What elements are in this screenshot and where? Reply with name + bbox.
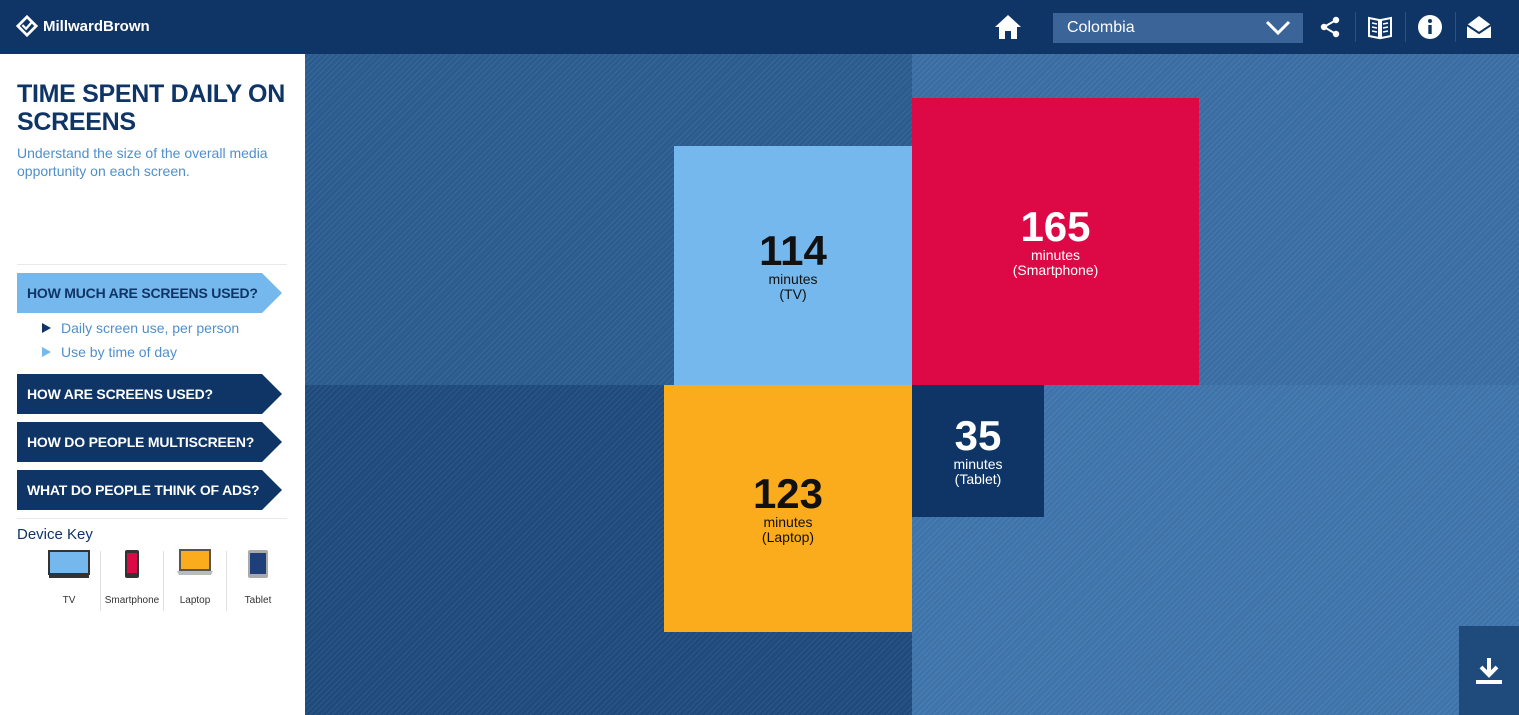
tv-icon (48, 550, 90, 578)
screen-time-visual: 114 minutes (TV) 165 minutes (Smartphone… (305, 54, 1519, 715)
nav-multiscreen[interactable]: HOW DO PEOPLE MULTISCREEN? (17, 422, 282, 462)
nav-arrow (262, 374, 282, 414)
laptop-minutes-value: 123 (752, 469, 824, 517)
smartphone-minutes-block[interactable]: 165 minutes (Smartphone) (912, 98, 1199, 385)
device-key-laptop: Laptop (165, 549, 225, 609)
divider (163, 551, 164, 611)
device-key-tablet: Tablet (228, 549, 288, 609)
top-bar: MillwardBrown Colombia (0, 0, 1519, 54)
share-icon (1320, 16, 1340, 38)
device-key-tv: TV (39, 549, 99, 609)
smartphone-minutes-unit: minutes (1030, 246, 1081, 263)
share-button[interactable] (1315, 12, 1345, 42)
divider (226, 551, 227, 611)
download-button[interactable] (1459, 626, 1519, 715)
device-key-title: Device Key (17, 526, 93, 543)
laptop-icon (177, 549, 213, 575)
subnav-label: Use by time of day (61, 344, 177, 360)
tv-device-label: (TV) (779, 285, 807, 302)
laptop-minutes-unit: minutes (763, 513, 813, 530)
device-label: Tablet (244, 595, 272, 606)
device-label: Laptop (179, 595, 211, 606)
mail-icon (1466, 16, 1492, 38)
divider (17, 264, 287, 265)
nav-arrow (262, 422, 282, 462)
info-icon (1418, 15, 1442, 39)
device-key-smartphone: Smartphone (102, 549, 162, 609)
download-icon (1476, 657, 1502, 684)
triangle-right-icon (42, 347, 51, 357)
toolbar-divider (1355, 12, 1356, 42)
tablet-minutes-value: 35 (954, 412, 1002, 459)
book-icon (1368, 16, 1392, 40)
subnav-daily-screen-use[interactable]: Daily screen use, per person (42, 320, 239, 336)
device-label: TV (62, 595, 76, 606)
smartphone-minutes-value: 165 (1020, 202, 1091, 250)
triangle-right-icon (42, 323, 51, 333)
nav-think-of-ads[interactable]: WHAT DO PEOPLE THINK OF ADS? (17, 470, 282, 510)
brand-name: MillwardBrown (43, 17, 150, 35)
brand-logo-icon (16, 15, 38, 37)
page-subtitle: Understand the size of the overall media… (17, 145, 268, 179)
smartphone-icon (125, 550, 139, 578)
page-title: TIME SPENT DAILY ON SCREENS (17, 80, 285, 136)
nav-arrow (262, 273, 282, 313)
country-select[interactable]: Colombia (1053, 13, 1303, 43)
nav-how-much-used[interactable]: HOW MUCH ARE SCREENS USED? (17, 273, 282, 313)
laptop-device-label: (Laptop) (761, 528, 815, 545)
nav-label: HOW ARE SCREENS USED? (27, 386, 213, 402)
contact-button[interactable] (1464, 12, 1494, 42)
subnav-label: Daily screen use, per person (61, 320, 240, 336)
nav-arrow (262, 470, 282, 510)
info-button[interactable] (1415, 12, 1445, 42)
tablet-icon (248, 550, 268, 578)
sidebar: TIME SPENT DAILY ON SCREENS Understand t… (0, 54, 305, 715)
guide-button[interactable] (1365, 12, 1395, 42)
tablet-device-label: (Tablet) (954, 471, 1002, 487)
divider (100, 551, 101, 611)
toolbar-divider (1405, 12, 1406, 42)
device-label: Smartphone (104, 595, 160, 606)
tablet-minutes-unit: minutes (953, 456, 1003, 472)
toolbar-divider (1455, 12, 1456, 42)
tablet-minutes-block[interactable]: 35 minutes (Tablet) (912, 385, 1044, 517)
tv-minutes-block[interactable]: 114 minutes (TV) (674, 146, 912, 385)
nav-how-used[interactable]: HOW ARE SCREENS USED? (17, 374, 282, 414)
country-select-value: Colombia (1067, 19, 1135, 36)
nav-label: WHAT DO PEOPLE THINK OF ADS? (27, 482, 260, 498)
chevron-down-icon (1265, 20, 1291, 36)
brand-logo[interactable]: MillwardBrown (16, 15, 150, 37)
home-button[interactable] (994, 13, 1022, 41)
tv-minutes-value: 114 (759, 226, 827, 274)
laptop-minutes-block[interactable]: 123 minutes (Laptop) (664, 385, 912, 632)
nav-label: HOW DO PEOPLE MULTISCREEN? (27, 434, 255, 450)
subnav-use-by-time[interactable]: Use by time of day (42, 344, 177, 360)
home-icon (995, 15, 1021, 39)
nav-label: HOW MUCH ARE SCREENS USED? (27, 285, 258, 301)
smartphone-device-label: (Smartphone) (1012, 261, 1099, 278)
divider (17, 518, 287, 519)
tv-minutes-unit: minutes (768, 270, 818, 287)
